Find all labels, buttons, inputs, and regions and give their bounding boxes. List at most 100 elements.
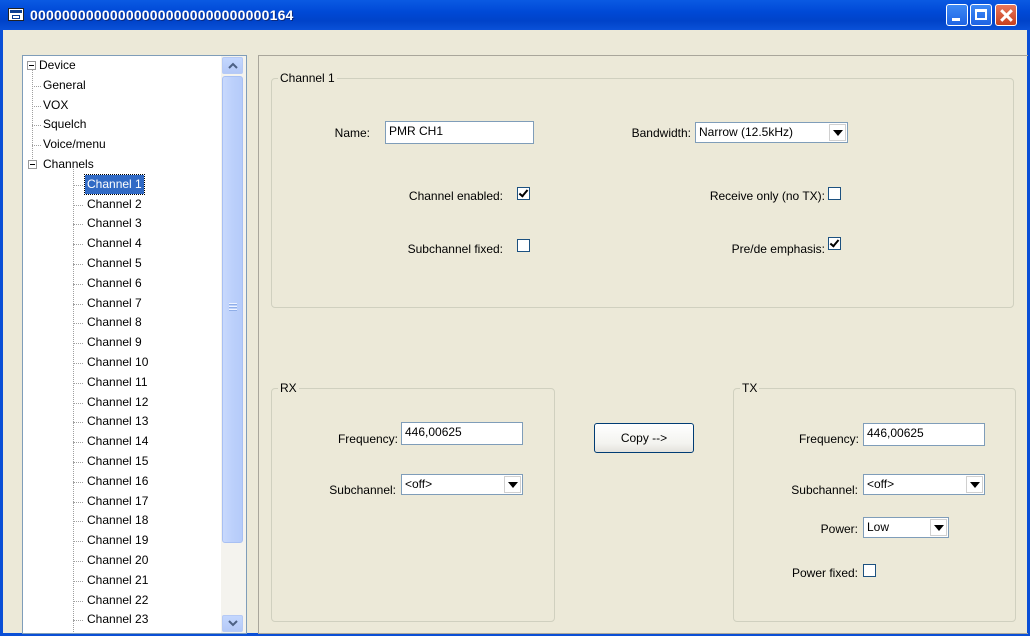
window-frame-left [0, 30, 3, 636]
tree-connector [73, 541, 83, 543]
bandwidth-label: Bandwidth: [631, 126, 691, 140]
tx-subchannel-select[interactable]: <off> [863, 474, 985, 495]
tree-connector [73, 264, 83, 265]
receive-only-checkbox[interactable] [828, 187, 841, 200]
tree-node-channels[interactable]: Channels [43, 155, 94, 174]
tree-node-channel[interactable]: Channel 16 [87, 472, 148, 491]
tree-node-channel[interactable]: Channel 10 [87, 353, 148, 372]
tree-node-channel[interactable]: Channel 21 [87, 571, 148, 590]
tree-connector [73, 422, 83, 424]
dropdown-arrow-icon[interactable] [966, 476, 983, 493]
channel-enabled-checkbox[interactable] [517, 187, 530, 200]
tree-node-channel[interactable]: Channel 4 [87, 234, 142, 253]
name-label: Name: [334, 126, 370, 140]
rx-frequency-label: Frequency: [337, 432, 398, 446]
tree-node-channel[interactable]: Channel 17 [87, 492, 148, 511]
tree-connector [73, 184, 83, 186]
power-fixed-checkbox[interactable] [863, 564, 876, 577]
dropdown-arrow-icon[interactable] [930, 519, 947, 536]
dropdown-arrow-icon[interactable] [829, 124, 846, 141]
tree-node-vox[interactable]: VOX [43, 96, 68, 115]
window-title: 000000000000000000000000000000164 [30, 7, 294, 23]
tree-node-channel[interactable]: Channel 22 [87, 591, 148, 610]
tree-connector [73, 224, 83, 226]
tree-node-channel[interactable]: Channel 13 [87, 412, 148, 431]
tree-connector [32, 105, 41, 107]
scroll-down-button[interactable] [222, 615, 243, 632]
grip-icon [229, 303, 237, 311]
dropdown-arrow-icon[interactable] [504, 476, 521, 493]
bandwidth-value: Narrow (12.5kHz) [699, 125, 794, 139]
subchannel-fixed-label: Subchannel fixed: [407, 242, 503, 256]
tree-scrollbar[interactable] [221, 56, 246, 633]
rx-group-legend: RX [280, 381, 297, 395]
name-input[interactable]: PMR CH1 [385, 121, 534, 144]
emphasis-label: Pre/de emphasis: [731, 242, 825, 256]
tree-node-channel[interactable]: Channel 14 [87, 432, 148, 451]
rx-subchannel-label: Subchannel: [329, 483, 396, 497]
tx-subchannel-value: <off> [867, 477, 895, 491]
title-bar[interactable]: 000000000000000000000000000000164 [0, 0, 1030, 30]
emphasis-checkbox[interactable] [828, 237, 841, 250]
tree-node-channel[interactable]: Channel 2 [87, 195, 142, 214]
app-icon[interactable] [8, 8, 24, 21]
tree-node-channel[interactable]: Channel 15 [87, 452, 148, 471]
tree-node-channel[interactable]: Channel 1 [84, 173, 145, 195]
tree-connector [73, 561, 83, 562]
subchannel-fixed-checkbox[interactable] [517, 239, 530, 252]
tree-node-channel[interactable]: Channel 18 [87, 511, 148, 530]
scroll-up-button[interactable] [222, 57, 243, 74]
tree-node-general[interactable]: General [43, 76, 86, 95]
tree-node-channel[interactable]: Channel 3 [87, 214, 142, 233]
bandwidth-select[interactable]: Narrow (12.5kHz) [695, 122, 848, 143]
tree-connector [73, 620, 83, 622]
copy-rx-to-tx-button[interactable]: Copy --> [594, 423, 694, 453]
rx-subchannel-value: <off> [405, 477, 433, 491]
tree-node-channel[interactable]: Channel 8 [87, 313, 142, 332]
chevron-down-icon [228, 620, 238, 627]
maximize-button[interactable] [970, 4, 992, 26]
tx-subchannel-label: Subchannel: [791, 483, 858, 497]
tree-node-channel[interactable]: Channel 9 [87, 333, 142, 352]
tree-node-channel[interactable]: Channel 11 [87, 373, 148, 392]
collapse-channels-icon[interactable] [28, 160, 37, 169]
tree-node-voice-menu[interactable]: Voice/menu [43, 135, 106, 154]
tree-connector [73, 580, 83, 582]
tree-connector [73, 501, 83, 503]
tree-connector [73, 521, 83, 523]
tx-group-legend: TX [742, 381, 758, 395]
tree-connector [73, 303, 83, 305]
tree-node-squelch[interactable]: Squelch [43, 115, 86, 134]
tree-connector [73, 363, 83, 364]
tree-node-device[interactable]: Device [39, 56, 76, 75]
scroll-thumb[interactable] [222, 76, 243, 543]
channel-group: Channel 1 [271, 72, 1014, 308]
tree-node-channel[interactable]: Channel 5 [87, 254, 142, 273]
channel-enabled-label: Channel enabled: [408, 189, 503, 203]
tree-connector [73, 323, 83, 325]
tree-connector [32, 145, 41, 147]
power-select[interactable]: Low [863, 517, 949, 538]
tree-connector [73, 382, 83, 384]
tx-frequency-label: Frequency: [798, 432, 859, 446]
tree-connector [73, 244, 83, 246]
tree-node-channel[interactable]: Channel 23 [87, 610, 148, 629]
collapse-device-icon[interactable] [27, 61, 36, 70]
tree-node-channel[interactable]: Channel 20 [87, 551, 148, 570]
tree-node-channel[interactable]: Channel 6 [87, 274, 142, 293]
rx-subchannel-select[interactable]: <off> [401, 474, 523, 495]
rx-frequency-input[interactable]: 446,00625 [401, 422, 523, 445]
tree-node-channel[interactable]: Channel 12 [87, 393, 148, 412]
tree-content: Device General VOX Squelch Voice/menu Channe… [23, 56, 221, 633]
tree-node-channel[interactable]: Channel 19 [87, 531, 148, 550]
tree-connector [73, 442, 83, 444]
tree-node-channel[interactable]: Channel 7 [87, 294, 142, 313]
tree-connector [73, 283, 83, 285]
settings-tree[interactable]: Device General VOX Squelch Voice/menu Channe… [22, 55, 247, 634]
channel-group-legend: Channel 1 [280, 71, 335, 85]
chevron-up-icon [228, 62, 238, 69]
minimize-button[interactable] [946, 4, 968, 26]
tree-connector [73, 600, 83, 602]
tx-frequency-input[interactable]: 446,00625 [863, 423, 985, 446]
close-button[interactable] [995, 4, 1017, 26]
